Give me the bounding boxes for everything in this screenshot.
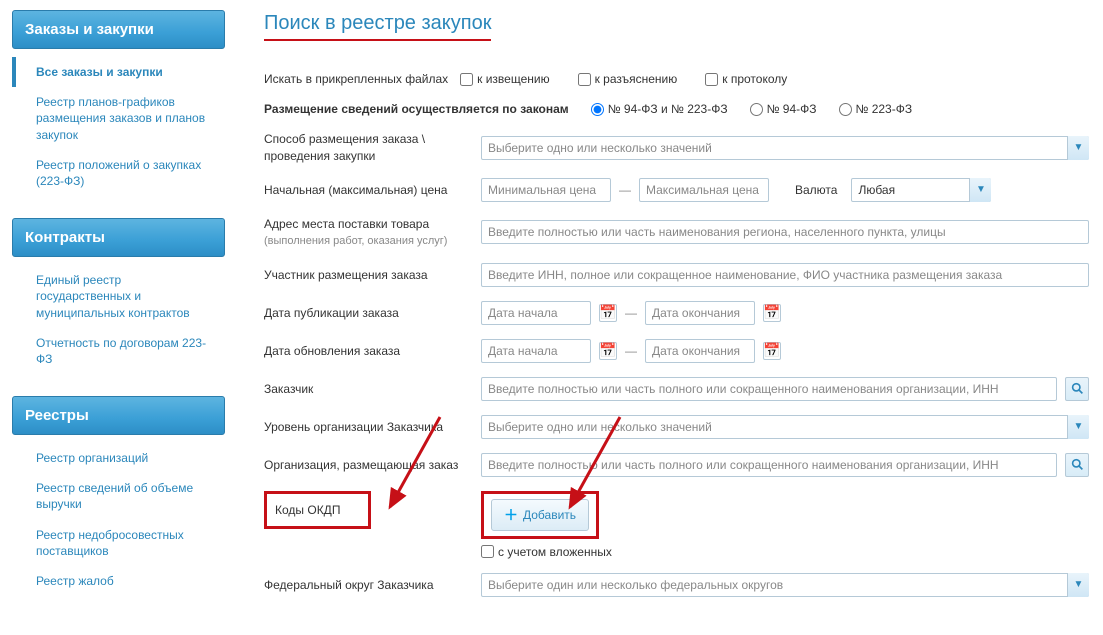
calendar-icon[interactable]: 📅: [763, 342, 781, 360]
checkbox-protocol-label: к протоколу: [722, 72, 787, 86]
pubdate-label: Дата публикации заказа: [264, 305, 469, 321]
sidebar-item[interactable]: Реестр жалоб: [12, 566, 225, 596]
sidebar-item[interactable]: Реестр положений о закупках (223-ФЗ): [12, 150, 225, 196]
participant-label: Участник размещения заказа: [264, 267, 469, 283]
checkbox-nested-input[interactable]: [481, 545, 494, 558]
address-label: Адрес места поставки товара (выполнения …: [264, 216, 469, 249]
upddate-start-input[interactable]: [481, 339, 591, 363]
checkbox-nested-label: с учетом вложенных: [498, 545, 612, 559]
radio-law-223-input[interactable]: [839, 103, 852, 116]
checkbox-nested[interactable]: с учетом вложенных: [481, 545, 612, 559]
radio-law-both[interactable]: № 94-ФЗ и № 223-ФЗ: [591, 102, 728, 116]
method-select[interactable]: ▼: [481, 136, 1089, 160]
radio-law-223-label: № 223-ФЗ: [856, 102, 913, 116]
customer-input[interactable]: [481, 377, 1057, 401]
calendar-icon[interactable]: 📅: [599, 304, 617, 322]
search-icon[interactable]: [1065, 453, 1089, 477]
calendar-icon[interactable]: 📅: [599, 342, 617, 360]
currency-label: Валюта: [795, 183, 837, 197]
method-label: Способ размещения заказа \ проведения за…: [264, 131, 469, 163]
row-address: Адрес места поставки товара (выполнения …: [264, 216, 1089, 249]
price-min-input[interactable]: [481, 178, 611, 202]
dash: —: [625, 306, 637, 320]
pubdate-end-input[interactable]: [645, 301, 755, 325]
checkbox-protocol-input[interactable]: [705, 73, 718, 86]
currency-select[interactable]: ▼: [851, 178, 991, 202]
chevron-down-icon: ▼: [1067, 415, 1089, 439]
page-title: Поиск в реестре закупок: [264, 12, 491, 41]
placer-input[interactable]: [481, 453, 1057, 477]
upddate-label: Дата обновления заказа: [264, 343, 469, 359]
add-okdp-button[interactable]: ＋ Добавить: [491, 499, 589, 531]
sidebar-item[interactable]: Отчетность по договорам 223-ФЗ: [12, 328, 225, 374]
price-max-input[interactable]: [639, 178, 769, 202]
price-label: Начальная (максимальная) цена: [264, 182, 469, 198]
radio-law-94[interactable]: № 94-ФЗ: [750, 102, 817, 116]
checkbox-notice-label: к извещению: [477, 72, 549, 86]
checkbox-notice-input[interactable]: [460, 73, 473, 86]
method-select-input[interactable]: [481, 136, 1089, 160]
row-okdp: Коды ОКДП ＋ Добавить с учетом вложенных: [264, 491, 1089, 559]
row-customer: Заказчик: [264, 377, 1089, 401]
sidebar-item[interactable]: Реестр недобросовестных поставщиков: [12, 520, 225, 566]
chevron-down-icon: ▼: [969, 178, 991, 202]
address-input[interactable]: [481, 220, 1089, 244]
district-select[interactable]: ▼: [481, 573, 1089, 597]
content: Поиск в реестре закупок Искать в прикреп…: [250, 0, 1103, 617]
placer-label: Организация, размещающая заказ: [264, 457, 469, 473]
search-icon[interactable]: [1065, 377, 1089, 401]
row-price: Начальная (максимальная) цена — Валюта ▼: [264, 178, 1089, 202]
upddate-end-input[interactable]: [645, 339, 755, 363]
sidebar-item[interactable]: Все заказы и закупки: [12, 57, 225, 87]
district-select-input[interactable]: [481, 573, 1089, 597]
row-laws: Размещение сведений осуществляется по за…: [264, 101, 1089, 117]
radio-law-94-input[interactable]: [750, 103, 763, 116]
pubdate-start-input[interactable]: [481, 301, 591, 325]
sidebar-item[interactable]: Единый реестр государственных и муниципа…: [12, 265, 225, 328]
row-upddate: Дата обновления заказа 📅 — 📅: [264, 339, 1089, 363]
calendar-icon[interactable]: 📅: [763, 304, 781, 322]
chevron-down-icon: ▼: [1067, 136, 1089, 160]
row-participant: Участник размещения заказа: [264, 263, 1089, 287]
sidebar-item[interactable]: Реестр планов-графиков размещения заказо…: [12, 87, 225, 150]
sidebar-block-header: Заказы и закупки: [12, 10, 225, 49]
checkbox-clarification-label: к разъяснению: [595, 72, 678, 86]
level-label: Уровень организации Заказчика: [264, 419, 469, 435]
row-pubdate: Дата публикации заказа 📅 — 📅: [264, 301, 1089, 325]
add-okdp-button-label: Добавить: [523, 508, 576, 522]
laws-label: Размещение сведений осуществляется по за…: [264, 101, 569, 117]
sidebar-block-header: Контракты: [12, 218, 225, 257]
chevron-down-icon: ▼: [1067, 573, 1089, 597]
sidebar-block-header: Реестры: [12, 396, 225, 435]
participant-input[interactable]: [481, 263, 1089, 287]
row-method: Способ размещения заказа \ проведения за…: [264, 131, 1089, 163]
customer-label: Заказчик: [264, 381, 469, 397]
radio-law-both-label: № 94-ФЗ и № 223-ФЗ: [608, 102, 728, 116]
plus-icon: ＋: [504, 505, 518, 525]
checkbox-notice[interactable]: к извещению: [460, 72, 549, 86]
sidebar: Заказы и закупкиВсе заказы и закупкиРеес…: [0, 0, 225, 618]
row-attachments: Искать в прикрепленных файлах к извещени…: [264, 71, 1089, 87]
dash: —: [619, 183, 631, 197]
attachments-label: Искать в прикрепленных файлах: [264, 71, 448, 87]
checkbox-clarification-input[interactable]: [578, 73, 591, 86]
okdp-label: Коды ОКДП: [275, 503, 340, 517]
sidebar-item[interactable]: Реестр сведений об объеме выручки: [12, 473, 225, 519]
level-select-input[interactable]: [481, 415, 1089, 439]
row-district: Федеральный округ Заказчика ▼: [264, 573, 1089, 597]
sidebar-item[interactable]: Реестр организаций: [12, 443, 225, 473]
row-level: Уровень организации Заказчика ▼: [264, 415, 1089, 439]
checkbox-clarification[interactable]: к разъяснению: [578, 72, 678, 86]
checkbox-protocol[interactable]: к протоколу: [705, 72, 787, 86]
dash: —: [625, 344, 637, 358]
district-label: Федеральный округ Заказчика: [264, 577, 469, 593]
row-placer: Организация, размещающая заказ: [264, 453, 1089, 477]
level-select[interactable]: ▼: [481, 415, 1089, 439]
radio-law-223[interactable]: № 223-ФЗ: [839, 102, 913, 116]
radio-law-both-input[interactable]: [591, 103, 604, 116]
okdp-label-wrap: Коды ОКДП: [264, 491, 469, 529]
radio-law-94-label: № 94-ФЗ: [767, 102, 817, 116]
